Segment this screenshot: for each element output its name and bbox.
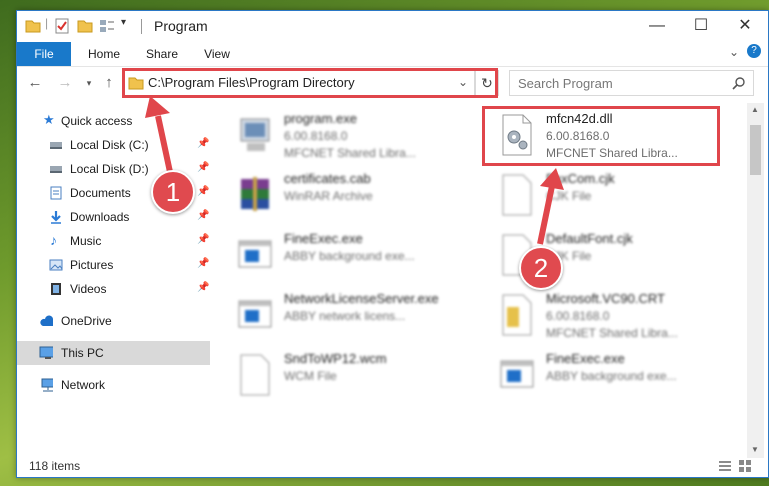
step-badge-1: 1	[151, 170, 195, 214]
annotation-arrows	[145, 96, 564, 245]
step-badge-2: 2	[519, 246, 563, 290]
